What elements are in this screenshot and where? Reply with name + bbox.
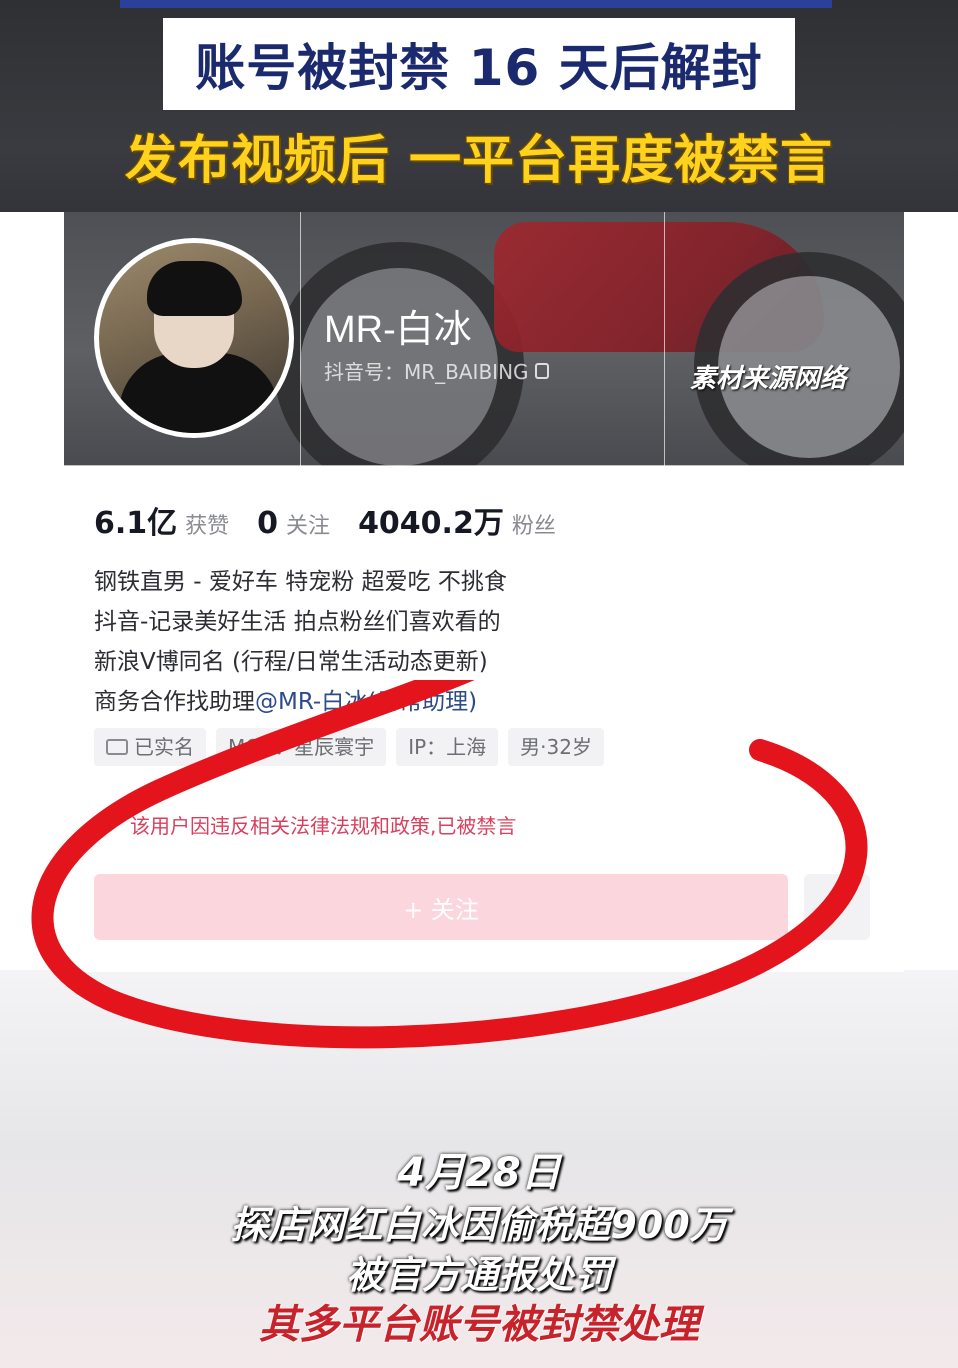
top-strip — [120, 0, 832, 8]
profile-bio: 钢铁直男 - 爱好车 特宠粉 超爱吃 不挑食 抖音-记录美好生活 拍点粉丝们喜欢… — [94, 562, 794, 722]
id-card-icon — [106, 739, 128, 755]
bio-line: 抖音-记录美好生活 拍点粉丝们喜欢看的 — [94, 609, 501, 635]
bio-line: 新浪V博同名 (行程/日常生活动态更新) — [94, 649, 488, 675]
profile-cover: MR-白冰 抖音号：MR_BAIBING 素材来源网络 — [64, 212, 904, 466]
nickname: MR-白冰 — [324, 309, 472, 351]
source-label: 素材来源网络 — [690, 364, 847, 394]
subheadline: 发布视频后 一平台再度被禁言 — [124, 131, 834, 191]
assistant-mention-link[interactable]: @MR-白冰(日常助理) — [255, 689, 477, 715]
following-label: 关注 — [286, 514, 331, 539]
copy-icon[interactable] — [534, 362, 549, 379]
caption-date: 4月28日 — [397, 1150, 561, 1196]
likes-count[interactable]: 6.1亿 — [94, 498, 177, 542]
caption-line-2: 被官方通报处罚 — [345, 1253, 612, 1297]
tag-ip: IP：上海 — [396, 728, 499, 766]
profile-screen: MR-白冰 抖音号：MR_BAIBING 素材来源网络 6.1亿 获赞 0 关注… — [64, 212, 904, 972]
follow-button-label: + 关注 — [403, 895, 479, 924]
bio-business-text: 商务合作找助理 — [94, 689, 255, 715]
following-count[interactable]: 0 — [257, 506, 278, 541]
chevron-down-icon — [828, 902, 846, 912]
bio-line: 商务合作找助理@MR-白冰(日常助理) — [94, 682, 794, 722]
profile-card: 6.1亿 获赞 0 关注 4040.2万 粉丝 钢铁直男 - 爱好车 特宠粉 超… — [64, 466, 904, 972]
likes-label: 获赞 — [185, 514, 230, 539]
headline: 账号被封禁 16 天后解封 — [195, 39, 763, 97]
followers-label: 粉丝 — [511, 514, 556, 539]
profile-tags: 已实名 MCN：星辰寰宇 IP：上海 男·32岁 — [94, 728, 604, 766]
avatar[interactable] — [94, 238, 294, 438]
more-button[interactable] — [804, 874, 870, 940]
tag-gender-age: 男·32岁 — [508, 728, 604, 766]
ban-notice: 该用户因违反相关法律法规和政策,已被禁言 — [130, 814, 517, 838]
douyin-id[interactable]: 抖音号：MR_BAIBING — [324, 356, 549, 385]
tag-mcn[interactable]: MCN：星辰寰宇 — [216, 728, 387, 766]
tag-verified: 已实名 — [94, 728, 206, 766]
profile-stats: 6.1亿 获赞 0 关注 4040.2万 粉丝 — [94, 498, 584, 542]
headline-box: 账号被封禁 16 天后解封 — [163, 18, 795, 110]
bio-line: 钢铁直男 - 爱好车 特宠粉 超爱吃 不挑食 — [94, 569, 507, 595]
caption-line-1: 探店网红白冰因偷税超900万 — [230, 1203, 728, 1247]
caption-line-3: 其多平台账号被封禁处理 — [259, 1302, 699, 1348]
douyin-id-text: 抖音号：MR_BAIBING — [324, 360, 529, 384]
followers-count[interactable]: 4040.2万 — [358, 498, 504, 542]
follow-button[interactable]: + 关注 — [94, 874, 788, 940]
